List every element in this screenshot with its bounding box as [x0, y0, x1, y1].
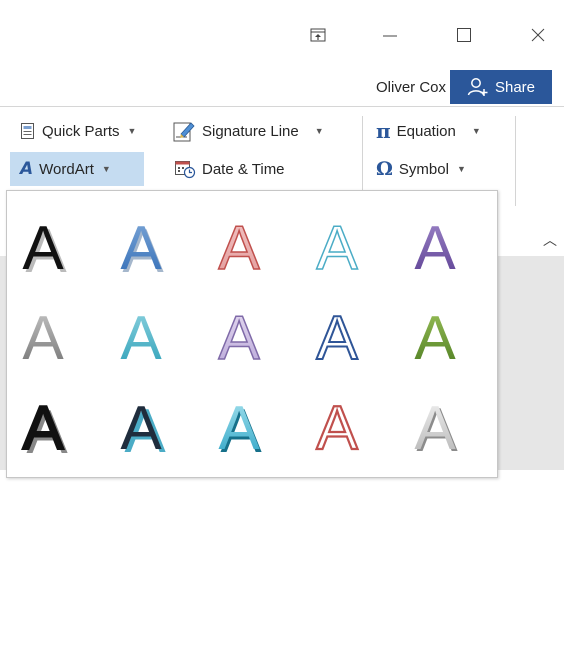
svg-text:A: A	[414, 214, 456, 283]
wordart-style-lavender-outline[interactable]: A	[218, 303, 262, 374]
wordart-style-purple-gradient[interactable]: A	[414, 214, 456, 283]
signature-line-button[interactable]: Signature Line ▼	[172, 117, 324, 145]
svg-text:A: A	[218, 394, 260, 463]
wordart-gallery: A A A A A A A A A A A A A A A A A A A A …	[6, 190, 498, 478]
minimize-icon	[383, 35, 397, 37]
chevron-down-icon: ▼	[471, 126, 481, 136]
chevron-down-icon: ▼	[101, 164, 111, 174]
wordart-style-gray-gradient[interactable]: A	[22, 304, 64, 373]
ribbon-display-options-icon	[310, 28, 326, 42]
calendar-clock-icon	[175, 161, 196, 179]
close-icon	[531, 28, 545, 42]
chevron-down-icon: ▼	[456, 164, 466, 174]
maximize-icon	[457, 28, 471, 42]
symbol-button[interactable]: Ω Symbol ▼	[376, 155, 466, 183]
wordart-style-silver-emboss[interactable]: A A	[414, 394, 458, 465]
signature-pen-icon	[173, 122, 195, 142]
svg-text:A: A	[414, 304, 456, 373]
gallery-resize-grip[interactable]	[487, 653, 497, 661]
signature-line-label: Signature Line	[202, 122, 299, 140]
svg-text:A: A	[120, 394, 162, 463]
svg-text:A: A	[120, 214, 162, 283]
ribbon-display-options-button[interactable]	[296, 16, 340, 54]
ribbon-separator	[515, 116, 516, 206]
svg-text:A: A	[218, 214, 260, 283]
person-add-icon	[467, 78, 488, 96]
wordart-icon: A	[20, 159, 34, 179]
quick-parts-icon	[21, 123, 34, 139]
svg-text:A: A	[22, 214, 64, 283]
svg-text:A: A	[316, 304, 358, 373]
minimize-button[interactable]	[368, 16, 412, 54]
svg-text:A: A	[120, 304, 162, 373]
collapse-ribbon-icon[interactable]: ︿	[543, 230, 557, 250]
equation-button[interactable]: π Equation ▼	[376, 117, 481, 145]
omega-icon: Ω	[376, 158, 393, 180]
chevron-down-icon: ▼	[127, 126, 137, 136]
quick-parts-label: Quick Parts	[42, 122, 120, 140]
date-time-label: Date & Time	[202, 160, 285, 178]
svg-text:A: A	[316, 394, 358, 463]
wordart-style-navy-shadow[interactable]: A A	[120, 394, 166, 466]
share-label: Share	[494, 78, 536, 96]
maximize-button[interactable]	[442, 16, 486, 54]
date-time-button[interactable]: Date & Time	[174, 155, 285, 183]
wordart-gallery-canvas: A A A A A A A A A A A A A A A A A A A A …	[21, 213, 458, 467]
wordart-label: WordArt	[39, 160, 94, 178]
close-button[interactable]	[516, 16, 560, 54]
svg-text:A: A	[316, 214, 358, 283]
wordart-style-red-outline-white[interactable]: A	[315, 393, 359, 464]
wordart-style-cyan-bevel[interactable]: A A	[218, 394, 262, 466]
svg-text:A: A	[414, 394, 456, 463]
wordart-style-black-shadow[interactable]: A A	[22, 214, 67, 286]
pi-icon: π	[376, 119, 391, 143]
quick-parts-button[interactable]: Quick Parts ▼	[20, 117, 136, 145]
wordart-style-blue-gradient[interactable]: A A	[120, 214, 164, 286]
symbol-label: Symbol	[398, 160, 449, 178]
user-name[interactable]: Oliver Cox	[376, 79, 446, 96]
svg-text:A: A	[218, 304, 260, 373]
wordart-style-red-outline[interactable]: A	[218, 213, 262, 284]
wordart-style-cyan-outline[interactable]: A	[316, 213, 360, 284]
share-button[interactable]: Share	[450, 70, 552, 104]
title-bar	[0, 0, 564, 66]
wordart-style-green-bevel[interactable]: A	[414, 304, 456, 373]
wordart-style-black-heavy-shadow[interactable]: A A	[21, 393, 68, 467]
wordart-button[interactable]: A WordArt ▼	[20, 155, 111, 183]
equation-label: Equation	[396, 122, 456, 140]
wordart-style-blue-outline[interactable]: A	[315, 303, 359, 374]
svg-text:A: A	[22, 304, 64, 373]
chevron-down-icon: ▼	[314, 126, 324, 136]
svg-text:A: A	[22, 394, 64, 463]
